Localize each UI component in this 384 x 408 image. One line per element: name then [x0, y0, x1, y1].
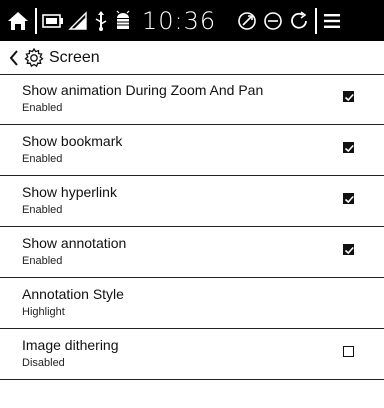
back-icon[interactable] — [8, 49, 20, 67]
android-icon — [114, 10, 132, 32]
usb-icon — [94, 10, 108, 32]
sync-icon[interactable] — [236, 10, 258, 32]
setting-row-annotation-style[interactable]: Annotation Style Highlight — [0, 278, 384, 329]
setting-row-annotation[interactable]: Show annotation Enabled — [0, 227, 384, 278]
setting-row-zoom-animation[interactable]: Show animation During Zoom And Pan Enabl… — [0, 74, 384, 125]
home-icon[interactable] — [6, 9, 30, 33]
gear-icon — [23, 47, 45, 69]
wifi-icon — [68, 10, 88, 31]
checkbox-checked[interactable] — [343, 244, 354, 255]
settings-list: Show animation During Zoom And Pan Enabl… — [0, 74, 384, 380]
setting-row-image-dithering[interactable]: Image dithering Disabled — [0, 329, 384, 380]
setting-label: Show annotation — [22, 235, 127, 251]
divider — [315, 7, 318, 34]
setting-status: Enabled — [22, 255, 63, 267]
setting-label: Show bookmark — [22, 133, 123, 149]
setting-status: Enabled — [22, 153, 63, 165]
screen-header: Screen — [0, 41, 384, 75]
checkbox-checked[interactable] — [343, 91, 354, 102]
checkbox-unchecked[interactable] — [343, 346, 354, 357]
minus-circle-icon[interactable] — [262, 10, 284, 32]
refresh-icon[interactable] — [288, 10, 310, 32]
setting-status: Disabled — [22, 357, 65, 369]
battery-icon — [42, 13, 64, 29]
divider — [35, 7, 37, 34]
menu-icon[interactable] — [322, 11, 342, 31]
setting-status: Enabled — [22, 102, 63, 114]
setting-status: Highlight — [22, 306, 65, 318]
setting-label: Show animation During Zoom And Pan — [22, 82, 264, 98]
setting-label: Annotation Style — [22, 286, 124, 302]
setting-row-bookmark[interactable]: Show bookmark Enabled — [0, 125, 384, 176]
clock: 10:36 — [142, 6, 217, 35]
setting-label: Show hyperlink — [22, 184, 117, 200]
status-bar: 10:36 — [0, 0, 384, 41]
setting-status: Enabled — [22, 204, 63, 216]
setting-row-hyperlink[interactable]: Show hyperlink Enabled — [0, 176, 384, 227]
checkbox-checked[interactable] — [343, 193, 354, 204]
setting-label: Image dithering — [22, 337, 119, 353]
page-title: Screen — [49, 48, 100, 66]
checkbox-checked[interactable] — [343, 142, 354, 153]
